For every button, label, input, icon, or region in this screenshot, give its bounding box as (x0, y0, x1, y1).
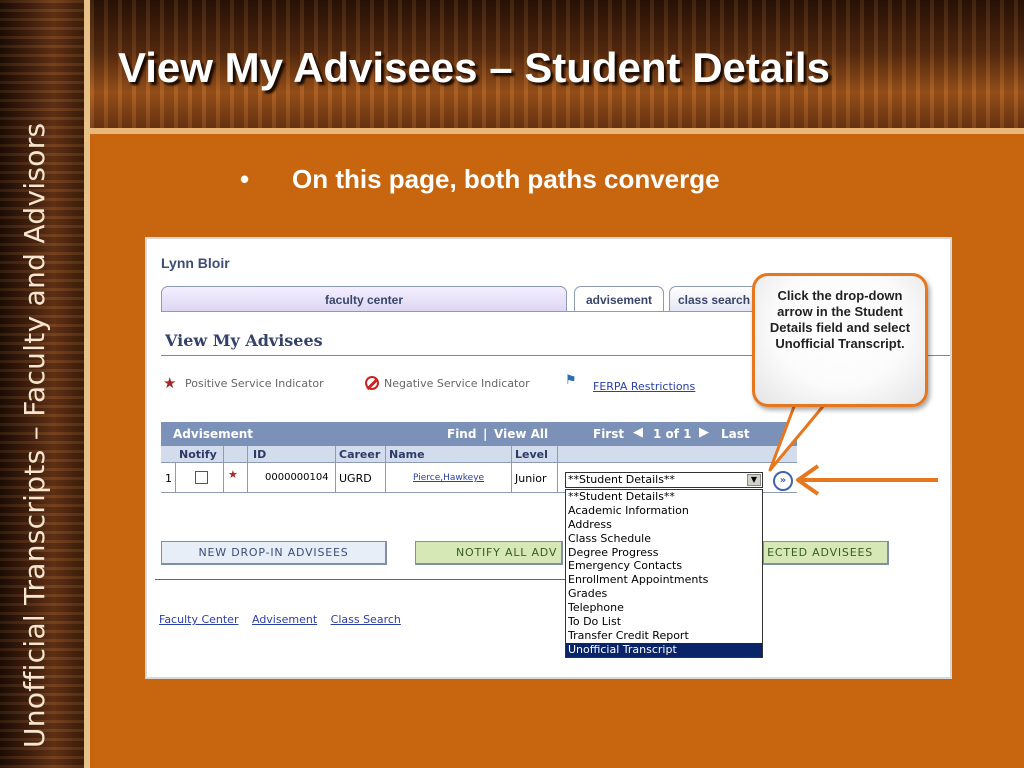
row-number: 1 (165, 472, 172, 485)
page-heading: View My Advisees (165, 331, 323, 350)
positive-star-icon: ★ (163, 374, 177, 392)
header-rule (90, 128, 1024, 134)
advisement-grid-header: Advisement Find | View All First ◀ 1 of … (161, 422, 797, 446)
footer-links: Faculty Center Advisement Class Search (159, 613, 411, 626)
dropdown-option[interactable]: Academic Information (566, 504, 762, 518)
ferpa-restrictions-link[interactable]: FERPA Restrictions (593, 380, 695, 393)
student-details-select[interactable]: **Student Details** ▼ (565, 472, 763, 488)
tab-class-search[interactable]: class search (669, 286, 759, 312)
side-title: Unofficial Transcripts – Faculty and Adv… (18, 122, 51, 748)
tab-baseline (161, 311, 761, 312)
grid-first-link[interactable]: First (593, 427, 624, 441)
footer-link-class-search[interactable]: Class Search (331, 613, 401, 626)
student-name-link[interactable]: Pierce,Hawkeye (413, 473, 484, 483)
dropdown-option[interactable]: Class Schedule (566, 532, 762, 546)
positive-indicator-label: Positive Service Indicator (185, 377, 324, 390)
grid-page-info: 1 of 1 (653, 427, 692, 441)
student-id: 0000000104 (265, 472, 329, 483)
dropdown-option[interactable]: Transfer Credit Report (566, 629, 762, 643)
dropdown-option[interactable]: Address (566, 518, 762, 532)
grid-find-link[interactable]: Find (447, 427, 476, 441)
user-name: Lynn Bloir (161, 255, 230, 271)
dropdown-option-unofficial-transcript[interactable]: Unofficial Transcript (566, 642, 762, 657)
grid-last-link[interactable]: Last (721, 427, 750, 441)
callout-text: Click the drop-down arrow in the Student… (769, 288, 911, 351)
grid-title: Advisement (173, 427, 254, 441)
dropdown-option[interactable]: Telephone (566, 601, 762, 615)
col-name: Name (389, 448, 425, 461)
dropdown-option[interactable]: Enrollment Appointments (566, 573, 762, 587)
student-level: Junior (515, 472, 547, 485)
dropdown-option[interactable]: Grades (566, 587, 762, 601)
grid-view-all-link[interactable]: View All (494, 427, 548, 441)
dropdown-option[interactable]: Emergency Contacts (566, 559, 762, 573)
ferpa-flag-icon: ⚑ (565, 373, 577, 388)
notify-all-advisees-button[interactable]: Notify All Adv (415, 541, 563, 565)
col-id: ID (253, 448, 267, 461)
grid-divider: | (483, 427, 488, 441)
col-notify: Notify (179, 448, 217, 461)
dropdown-arrow-icon[interactable]: ▼ (747, 474, 761, 486)
footer-link-advisement[interactable]: Advisement (252, 613, 317, 626)
tab-advisement[interactable]: advisement (574, 286, 664, 312)
instruction-callout: Click the drop-down arrow in the Student… (752, 273, 928, 407)
tab-faculty-center[interactable]: faculty center (161, 286, 567, 312)
dropdown-option[interactable]: Degree Progress (566, 546, 762, 560)
go-button[interactable]: » (773, 471, 793, 491)
grid-column-headers: Notify ID Career Name Level (161, 446, 797, 463)
footer-link-faculty-center[interactable]: Faculty Center (159, 613, 238, 626)
new-drop-in-advisees-button[interactable]: New Drop-In Advisees (161, 541, 387, 565)
positive-star-icon: ★ (228, 468, 238, 481)
student-details-dropdown: **Student Details** Academic Information… (565, 489, 763, 658)
bullet-dot: • (240, 164, 250, 194)
next-arrow-icon[interactable]: ▶ (699, 425, 709, 440)
prev-arrow-icon[interactable]: ◀ (633, 425, 643, 440)
notify-selected-advisees-button[interactable]: ected Advisees (763, 541, 889, 565)
slide-title: View My Advisees – Student Details (118, 44, 830, 91)
notify-checkbox[interactable] (195, 471, 208, 484)
col-career: Career (339, 448, 381, 461)
bottom-divider (155, 579, 565, 580)
col-level: Level (515, 448, 548, 461)
student-career: UGRD (339, 472, 372, 485)
dropdown-option[interactable]: To Do List (566, 615, 762, 629)
bullet-text: On this page, both paths converge (292, 164, 720, 194)
negative-indicator-icon (365, 376, 379, 390)
negative-indicator-label: Negative Service Indicator (384, 377, 530, 390)
student-details-value: **Student Details** (568, 473, 675, 486)
dropdown-option[interactable]: **Student Details** (566, 490, 762, 504)
